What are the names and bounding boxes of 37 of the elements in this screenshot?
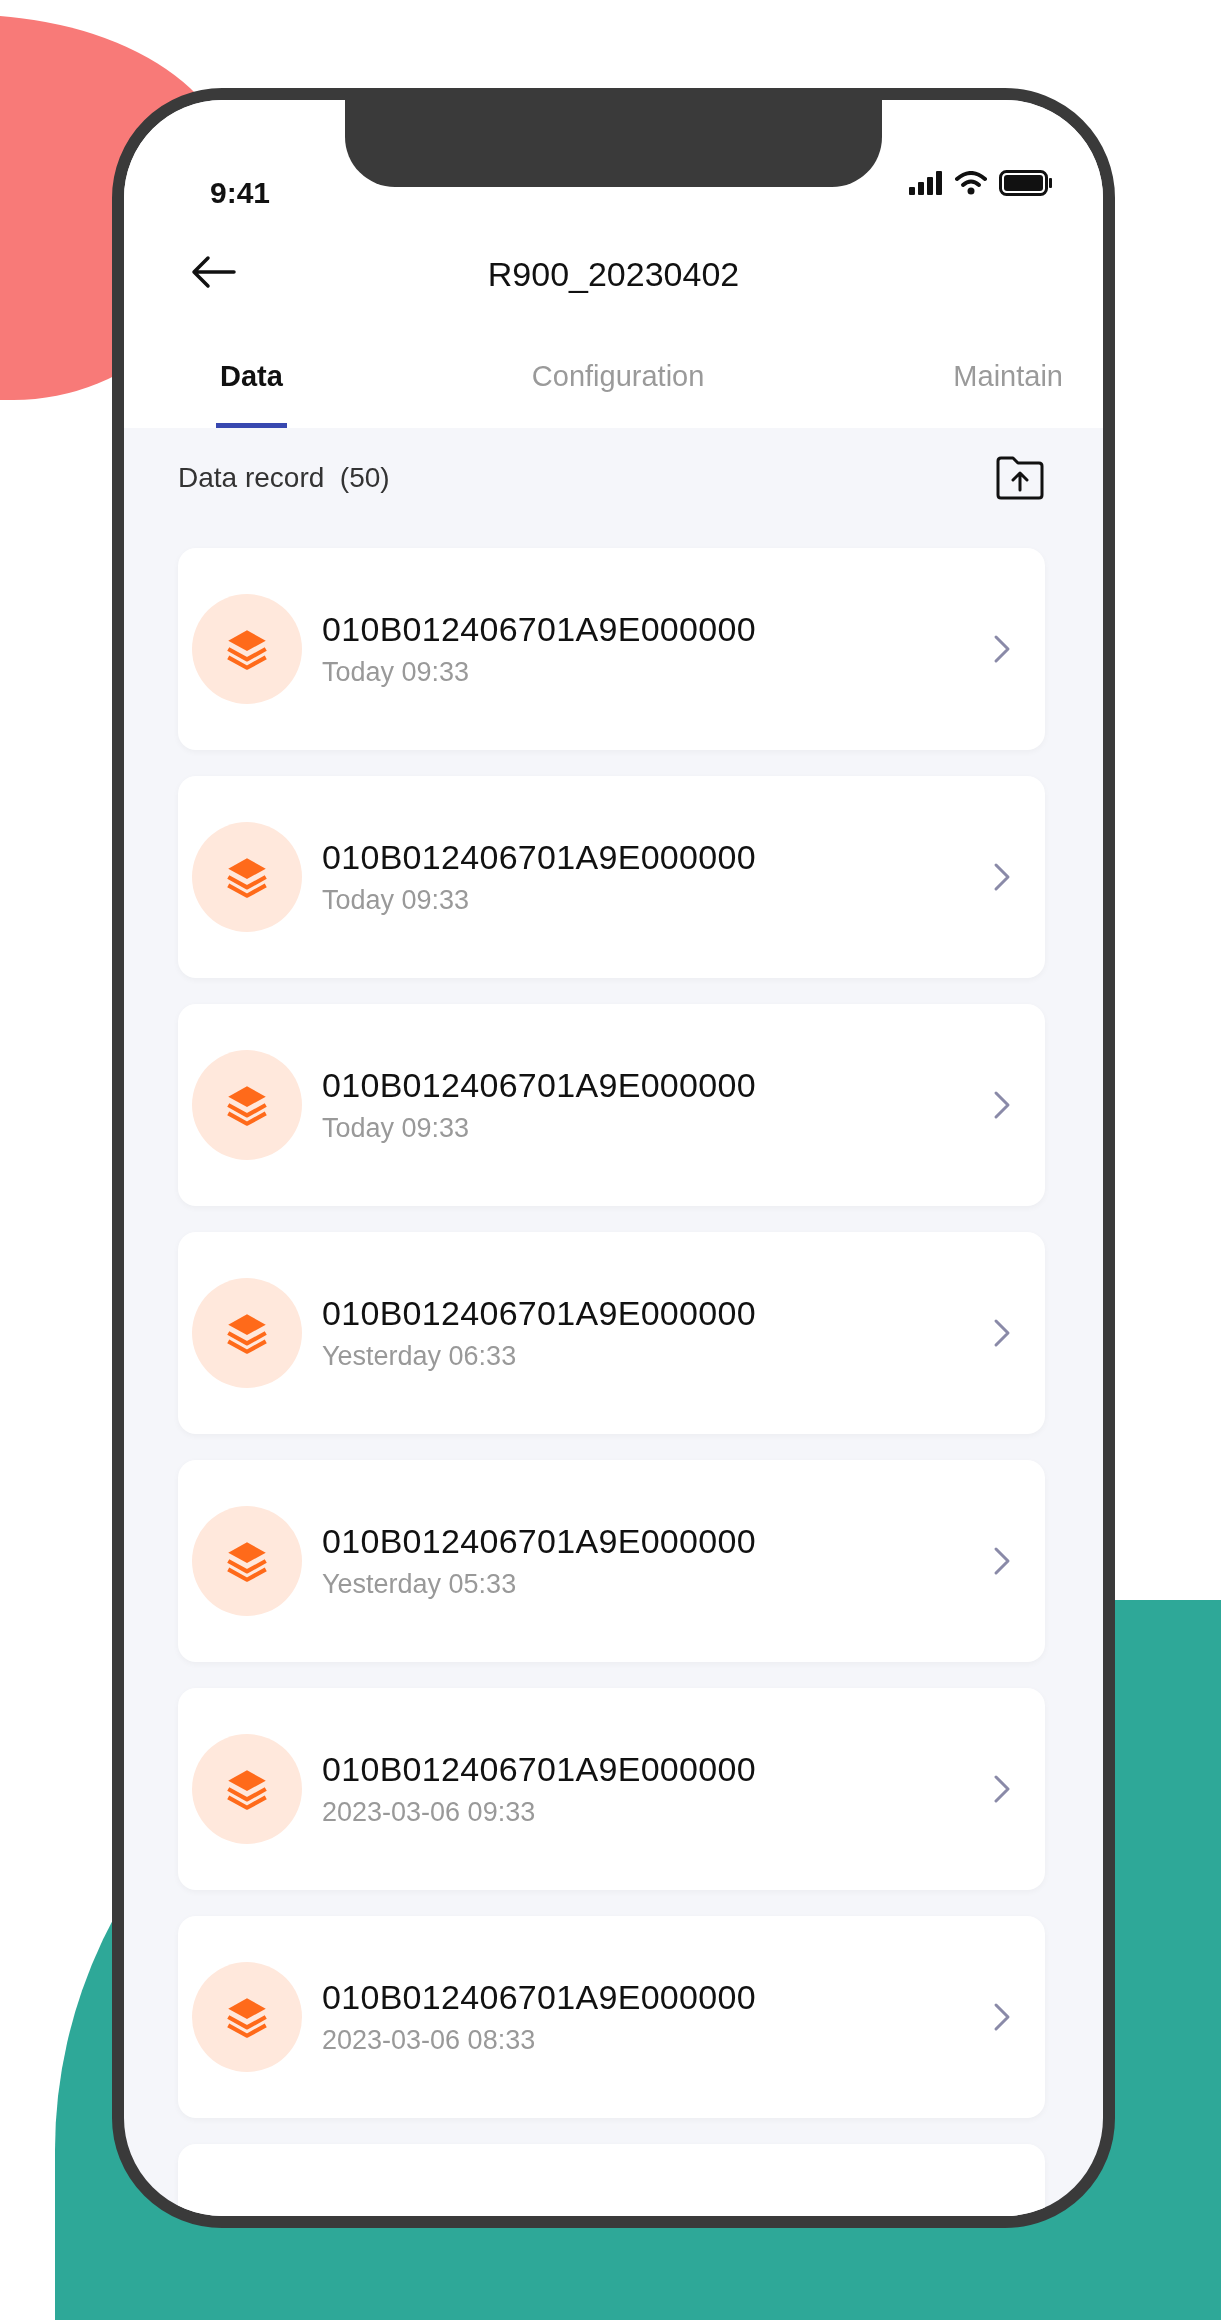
- status-time: 9:41: [210, 176, 271, 210]
- record-card[interactable]: 010B012406701A9E000000 2023-03-06 09:33: [178, 1688, 1045, 1890]
- chevron-right-icon: [993, 1546, 1011, 1576]
- battery-icon: [999, 170, 1053, 196]
- chevron-right-icon: [993, 1318, 1011, 1348]
- record-id: 010B012406701A9E000000: [322, 1750, 757, 1789]
- record-id: 010B012406701A9E000000: [322, 1294, 757, 1333]
- chevron-right-icon: [993, 1774, 1011, 1804]
- record-time: Today 09:33: [322, 657, 471, 688]
- record-card[interactable]: 010B012406701A9E000000 Today 09:33: [178, 548, 1045, 750]
- record-card[interactable]: 010B012406701A9E000000 Yesterday 06:33: [178, 1232, 1045, 1434]
- record-card[interactable]: 010B012406701A9E000000 Today 09:33: [178, 776, 1045, 978]
- section-title: Data record (50): [178, 462, 390, 494]
- record-time: Yesterday 06:33: [322, 1341, 518, 1372]
- record-time: 2023-03-06 09:33: [322, 1797, 537, 1828]
- chevron-right-icon: [993, 2002, 1011, 2032]
- record-card[interactable]: 010B012406701A9E000000 Yesterday 05:33: [178, 1460, 1045, 1662]
- record-time: Yesterday 05:33: [322, 1569, 518, 1600]
- record-card[interactable]: 010B012406701A9E000000 Today 09:33: [178, 1004, 1045, 1206]
- record-time: Today 09:33: [322, 1113, 471, 1144]
- signal-icon: [909, 171, 943, 195]
- chevron-right-icon: [993, 634, 1011, 664]
- wifi-icon: [955, 171, 987, 195]
- record-time: Today 09:33: [322, 885, 471, 916]
- chevron-right-icon: [993, 1090, 1011, 1120]
- record-time: 2023-03-06 08:33: [322, 2025, 537, 2056]
- record-id: 010B012406701A9E000000: [322, 838, 757, 877]
- record-id: 010B012406701A9E000000: [322, 610, 757, 649]
- page-title: R900_20230402: [487, 254, 740, 294]
- record-id: 010B012406701A9E000000: [322, 1066, 757, 1105]
- record-id: 010B012406701A9E000000: [322, 1522, 757, 1561]
- folder-upload-icon[interactable]: [995, 455, 1045, 501]
- record-card[interactable]: 010B012406701A9E000000 2023-03-06 08:33: [178, 1916, 1045, 2118]
- back-arrow-icon: [190, 255, 236, 289]
- record-id: 010B012406701A9E000000: [322, 1978, 757, 2017]
- chevron-right-icon: [993, 862, 1011, 892]
- tab[interactable]: Data: [216, 330, 287, 428]
